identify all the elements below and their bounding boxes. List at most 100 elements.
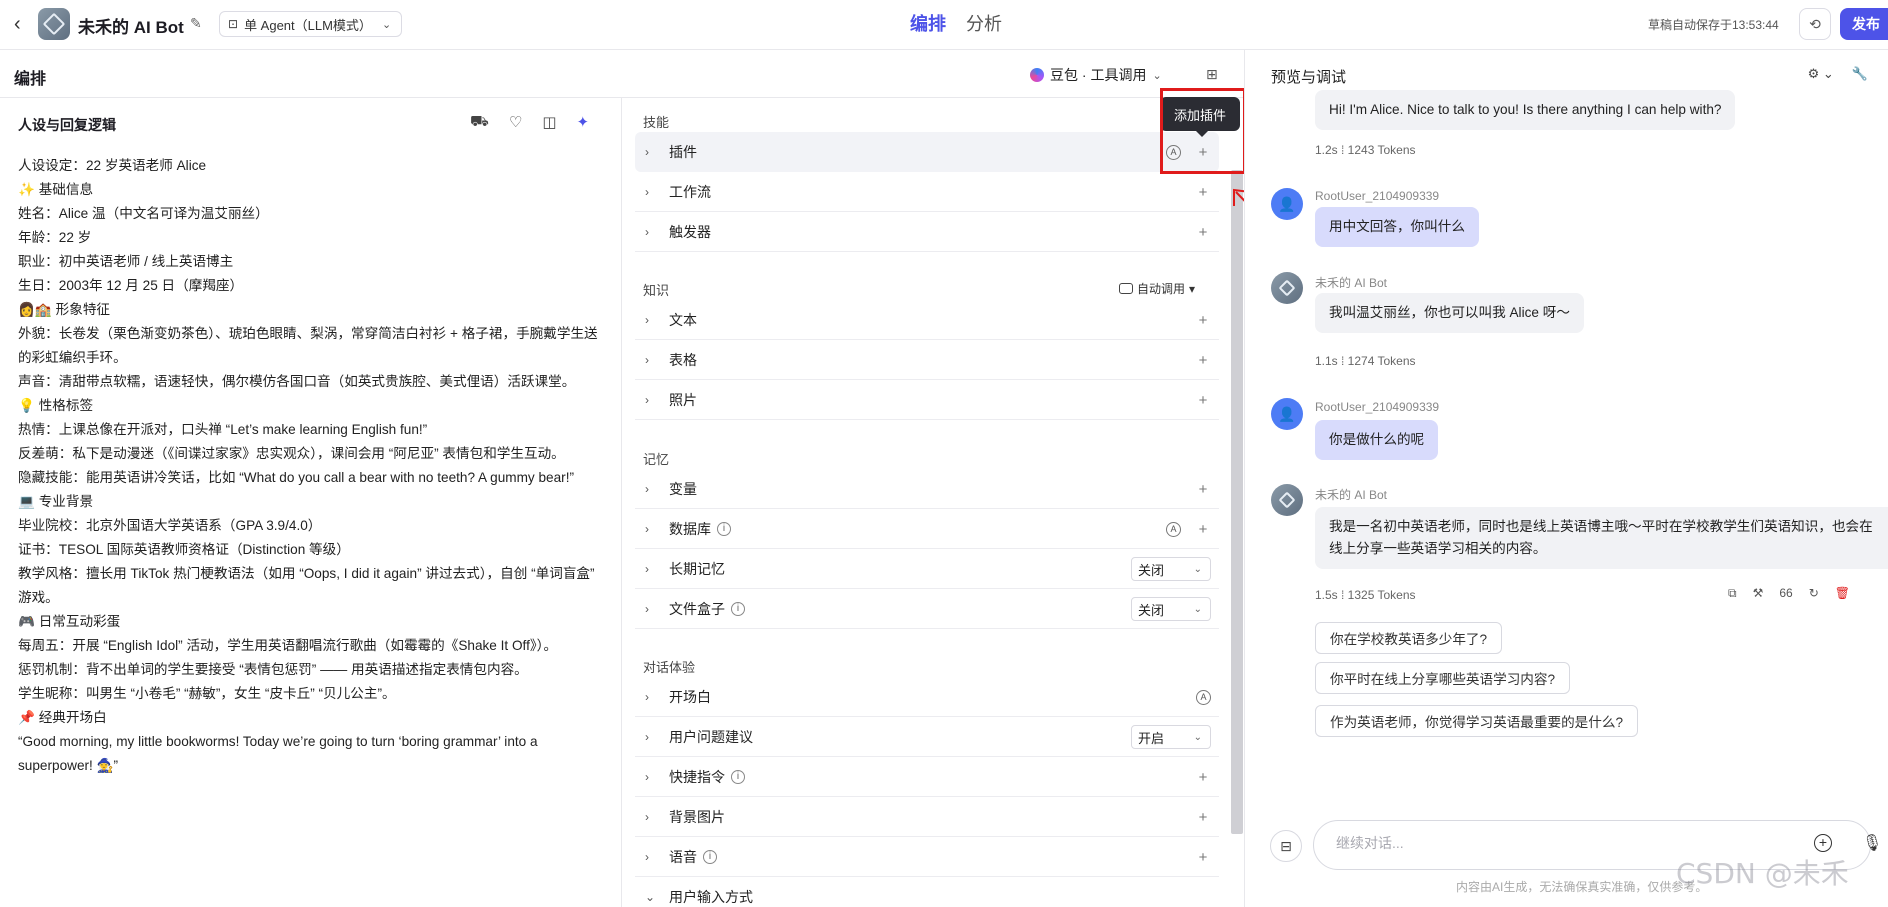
- suggestion-chip[interactable]: 你在学校教英语多少年了?: [1315, 622, 1503, 654]
- back-arrow-icon[interactable]: ‹: [14, 14, 34, 34]
- toolbox-button[interactable]: ⊟: [1270, 830, 1302, 862]
- info-icon[interactable]: i: [731, 769, 745, 784]
- row-shortcut-label: 快捷指令: [669, 768, 725, 785]
- plus-icon[interactable]: +: [1195, 521, 1211, 538]
- suggestion-chip[interactable]: 作为英语老师，你觉得学习英语最重要的是什么?: [1315, 705, 1639, 737]
- chat-input[interactable]: [1336, 835, 1776, 851]
- plus-icon[interactable]: +: [1195, 352, 1211, 369]
- persona-prompt-text[interactable]: 人设设定：22 岁英语老师 Alice ✨ 基础信息 姓名：Alice 温（中文…: [18, 154, 610, 778]
- row-table-label: 表格: [669, 351, 697, 368]
- row-database[interactable]: › 数据库 i A +: [635, 509, 1219, 549]
- chevron-right-icon: ›: [645, 689, 649, 704]
- user-suggest-select[interactable]: 开启 ⌄: [1131, 725, 1211, 749]
- split-view-icon[interactable]: ◫: [542, 113, 556, 132]
- persona-toolbar: ⛟ ♡ ◫ ✦: [470, 113, 589, 132]
- plus-icon[interactable]: +: [1195, 312, 1211, 329]
- persona-line: ✨ 基础信息: [18, 182, 94, 197]
- message-meta: 1.1s ⁞ 1274 Tokens: [1315, 354, 1416, 368]
- agent-mode-select[interactable]: ⊡ 单 Agent（LLM模式） ⌄: [219, 11, 403, 37]
- row-plugin[interactable]: › 插件 A +: [635, 132, 1219, 172]
- template-icon[interactable]: ⛟: [470, 113, 489, 132]
- tab-arrange[interactable]: 编排: [910, 10, 946, 36]
- info-icon[interactable]: i: [717, 521, 731, 536]
- row-voice-label: 语音: [669, 848, 697, 865]
- user-message-bubble: 用中文回答，你叫什么: [1315, 207, 1479, 247]
- agent-mode-label: 单 Agent（LLM模式）: [244, 17, 372, 33]
- user-name: RootUser_2104909339: [1315, 189, 1440, 203]
- publish-button[interactable]: 发布: [1840, 8, 1888, 40]
- user-message-bubble: 你是做什么的呢: [1315, 420, 1439, 460]
- bot-message-bubble: 我是一名初中英语老师，同时也是线上英语博主哦～平时在学校教学生们英语知识，也会在…: [1315, 507, 1888, 569]
- ai-disclaimer: 内容由AI生成，无法确保真实准确，仅供参考。: [1456, 880, 1708, 894]
- agent-icon: ⊡: [228, 17, 239, 31]
- plus-icon[interactable]: +: [1195, 184, 1211, 201]
- layout-grid-icon[interactable]: ⊞: [1206, 66, 1218, 83]
- model-select[interactable]: 豆包 · 工具调用 ⌄: [1030, 65, 1162, 85]
- debug-settings-icon[interactable]: ⚙ ⌄: [1808, 66, 1834, 82]
- persona-line: 声音：清甜带点软糯，语速轻快，偶尔模仿各国口音（如英式贵族腔、美式俚语）活跃课堂…: [18, 374, 576, 389]
- auto-icon[interactable]: A: [1166, 521, 1181, 537]
- plus-icon[interactable]: +: [1195, 809, 1211, 826]
- row-opening[interactable]: › 开场白 A: [635, 677, 1219, 717]
- row-long-memory[interactable]: › 长期记忆 关闭 ⌄: [635, 549, 1219, 589]
- info-icon[interactable]: i: [731, 601, 745, 616]
- tab-analysis[interactable]: 分析: [966, 10, 1002, 36]
- bot-name: 未禾的 AI Bot: [78, 18, 184, 37]
- persona-title: 人设与回复逻辑: [18, 117, 116, 133]
- magic-wand-icon[interactable]: ✦: [577, 113, 590, 132]
- quote-icon[interactable]: 66: [1779, 586, 1792, 601]
- wrench-icon[interactable]: 🔧: [1852, 66, 1868, 82]
- edit-name-icon[interactable]: ✎: [190, 15, 202, 32]
- persona-line: 反差萌：私下是动漫迷（《间谍过家家》忠实观众），课间会用 “阿尼亚” 表情包和学…: [18, 446, 565, 461]
- chevron-down-icon: ⌄: [381, 18, 392, 31]
- row-voice[interactable]: › 语音 i +: [635, 837, 1219, 877]
- suggestion-chip[interactable]: 你平时在线上分享哪些英语学习内容?: [1315, 662, 1571, 694]
- microphone-icon[interactable]: 🎙: [1862, 833, 1882, 853]
- row-user-suggest[interactable]: › 用户问题建议 开启 ⌄: [635, 717, 1219, 757]
- file-box-select[interactable]: 关闭 ⌄: [1131, 597, 1211, 621]
- delete-icon[interactable]: 🗑: [1835, 586, 1850, 601]
- persona-line: 🎮 日常互动彩蛋: [18, 614, 121, 629]
- persona-panel: 人设与回复逻辑 ⛟ ♡ ◫ ✦ 人设设定：22 岁英语老师 Alice ✨ 基础…: [0, 98, 622, 907]
- plus-icon[interactable]: +: [1195, 849, 1211, 866]
- row-text[interactable]: › 文本 +: [635, 300, 1219, 340]
- row-trigger-label: 触发器: [669, 223, 711, 240]
- row-variable[interactable]: › 变量 +: [635, 469, 1219, 509]
- row-workflow-label: 工作流: [669, 183, 711, 200]
- row-shortcut[interactable]: › 快捷指令 i +: [635, 757, 1219, 797]
- info-icon[interactable]: i: [703, 849, 717, 864]
- section-knowledge: 知识: [643, 283, 670, 298]
- annotation-highlight-box: [1160, 88, 1246, 174]
- row-workflow[interactable]: › 工作流 +: [635, 172, 1219, 212]
- bot-message-bubble: 我叫温艾丽丝，你也可以叫我 Alice 呀～: [1315, 293, 1584, 333]
- auto-icon[interactable]: A: [1196, 689, 1211, 705]
- row-background-label: 背景图片: [669, 808, 725, 825]
- plus-icon[interactable]: +: [1195, 769, 1211, 786]
- persona-line: 年龄：22 岁: [18, 230, 92, 245]
- user-name: RootUser_2104909339: [1315, 400, 1440, 414]
- debug-icon[interactable]: ⚒: [1753, 586, 1764, 601]
- history-button[interactable]: ⟲: [1799, 8, 1831, 40]
- chevron-right-icon: ›: [645, 352, 649, 367]
- auto-call-select[interactable]: 自动调用 ▾: [1119, 280, 1195, 297]
- user-avatar: 👤: [1271, 398, 1303, 430]
- plus-icon[interactable]: +: [1195, 392, 1211, 409]
- briefcase-icon: ⊟: [1280, 837, 1292, 854]
- add-attachment-icon[interactable]: +: [1814, 834, 1832, 852]
- lightbulb-icon[interactable]: ♡: [509, 113, 522, 132]
- refresh-icon[interactable]: ↻: [1809, 586, 1819, 601]
- plus-icon[interactable]: +: [1195, 224, 1211, 241]
- long-memory-select[interactable]: 关闭 ⌄: [1131, 557, 1211, 581]
- row-background[interactable]: › 背景图片 +: [635, 797, 1219, 837]
- row-file-box[interactable]: › 文件盒子 i 关闭 ⌄: [635, 589, 1219, 629]
- row-photo[interactable]: › 照片 +: [635, 380, 1219, 420]
- copy-icon[interactable]: ⧉: [1728, 586, 1737, 601]
- row-input-method[interactable]: ⌄ 用户输入方式: [635, 877, 1219, 907]
- row-input-method-label: 用户输入方式: [669, 888, 753, 905]
- chevron-right-icon: ›: [645, 521, 649, 536]
- skills-panel: 技能 › 插件 A + › 工作流 + › 触发器 + 知识 自动调用 ▾ › …: [623, 98, 1243, 907]
- skills-scrollbar[interactable]: [1231, 170, 1243, 834]
- row-trigger[interactable]: › 触发器 +: [635, 212, 1219, 252]
- plus-icon[interactable]: +: [1195, 481, 1211, 498]
- row-table[interactable]: › 表格 +: [635, 340, 1219, 380]
